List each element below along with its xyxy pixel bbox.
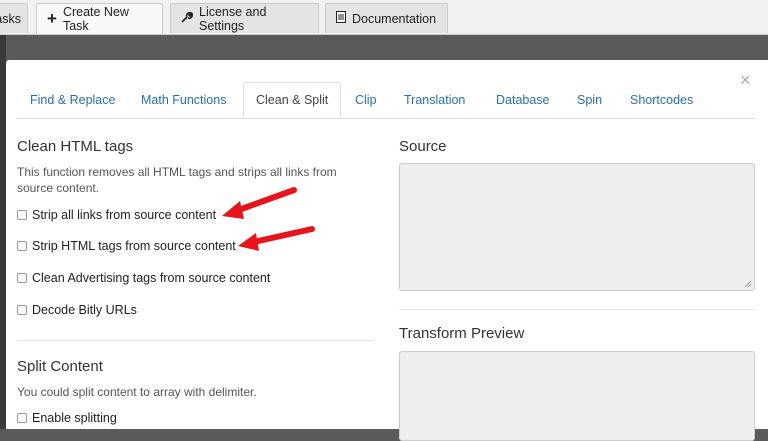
option-label: Clean Advertising tags from source conte… <box>32 271 271 285</box>
tab-database[interactable]: Database <box>496 82 550 118</box>
tab-find-replace[interactable]: Find & Replace <box>30 82 115 118</box>
wrench-icon <box>181 11 193 26</box>
tab-clip[interactable]: Clip <box>355 82 377 118</box>
top-tab-label: asks <box>0 11 21 26</box>
document-icon <box>336 11 346 26</box>
checkbox[interactable] <box>17 305 27 315</box>
checkbox[interactable] <box>17 273 27 283</box>
plus-icon: + <box>47 9 57 28</box>
tab-math-functions[interactable]: Math Functions <box>141 82 226 118</box>
annotation-arrow-icon <box>222 187 297 219</box>
divider <box>399 309 755 310</box>
tab-shortcodes[interactable]: Shortcodes <box>630 82 693 118</box>
source-label: Source <box>399 138 447 155</box>
section-description-clean-html: This function removes all HTML tags and … <box>17 165 337 195</box>
divider <box>17 340 373 341</box>
tab-spin[interactable]: Spin <box>577 82 602 118</box>
section-title-clean-html: Clean HTML tags <box>17 138 134 155</box>
annotation-arrow-icon <box>238 226 315 251</box>
top-tab-license-settings[interactable]: License and Settings <box>170 3 319 33</box>
top-tab-create-new-task[interactable]: + Create New Task <box>36 3 163 34</box>
option-strip-html[interactable]: Strip HTML tags from source content <box>17 239 236 253</box>
top-tab-tasks[interactable]: asks <box>0 3 28 33</box>
option-label: Enable splitting <box>32 411 117 425</box>
option-label: Strip HTML tags from source content <box>32 239 236 253</box>
source-textarea[interactable] <box>399 163 755 291</box>
option-label: Strip all links from source content <box>32 208 217 222</box>
section-title-split-content: Split Content <box>17 358 103 375</box>
top-tab-label: Create New Task <box>62 5 129 33</box>
transform-preview-textarea[interactable] <box>399 351 755 441</box>
tab-translation[interactable]: Translation <box>404 82 465 118</box>
transform-preview-label: Transform Preview <box>399 325 525 342</box>
option-decode-bitly[interactable]: Decode Bitly URLs <box>17 303 137 317</box>
top-tab-label: License and Settings <box>199 4 267 33</box>
option-label: Decode Bitly URLs <box>32 303 137 317</box>
checkbox[interactable] <box>17 413 27 423</box>
checkbox[interactable] <box>17 210 27 220</box>
top-tab-bar: asks + Create New Task License and Setti… <box>0 0 768 35</box>
option-strip-links[interactable]: Strip all links from source content <box>17 208 216 222</box>
top-tab-documentation[interactable]: Documentation <box>325 3 448 33</box>
section-description-split-content: You could split content to array with de… <box>17 385 257 399</box>
option-clean-advertising[interactable]: Clean Advertising tags from source conte… <box>17 271 270 285</box>
top-tab-label: Documentation <box>352 11 437 26</box>
resize-grip-icon[interactable] <box>744 280 752 288</box>
modal-tabs: Find & Replace Math Functions Clean & Sp… <box>16 82 755 119</box>
checkbox[interactable] <box>17 241 27 251</box>
tab-clean-split[interactable]: Clean & Split <box>243 82 342 118</box>
option-enable-splitting[interactable]: Enable splitting <box>17 411 117 425</box>
